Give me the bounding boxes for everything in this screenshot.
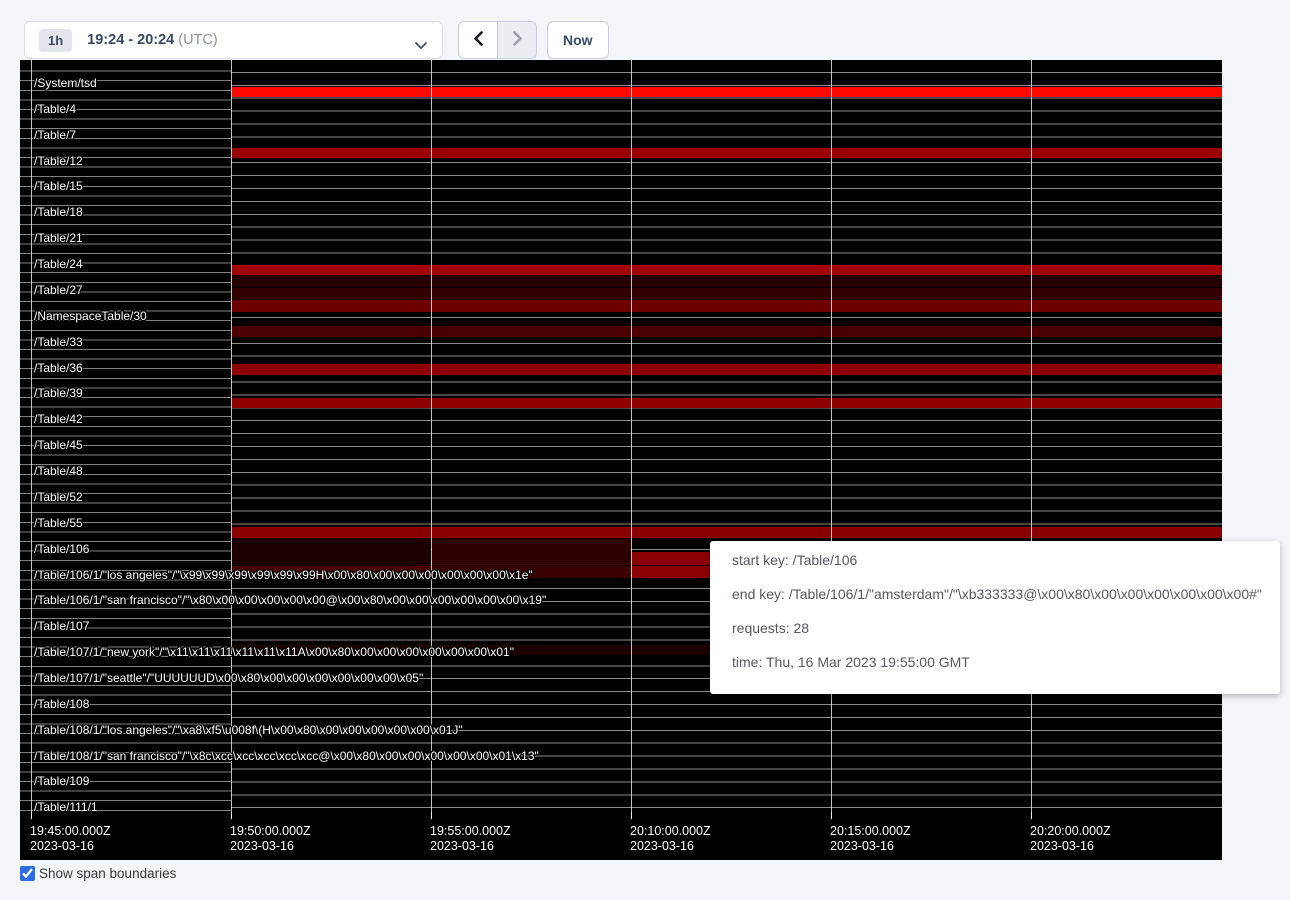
tooltip-line: start key: /Table/106 [732, 543, 1280, 577]
range-nav-group [458, 21, 537, 59]
time-gridline [31, 60, 32, 818]
tooltip-line: requests: 28 [732, 611, 1280, 645]
span-boundaries-label: Show span boundaries [39, 866, 176, 881]
tick-date: 2023-03-16 [430, 839, 511, 854]
span-boundaries-checkbox[interactable] [20, 866, 35, 881]
chevron-right-icon [512, 31, 523, 49]
tick-date: 2023-03-16 [1030, 839, 1111, 854]
tick-date: 2023-03-16 [230, 839, 311, 854]
tick-label: 20:20:00.000Z2023-03-16 [1030, 824, 1111, 854]
time-gridline [1031, 60, 1032, 818]
row-label: /Table/108 [34, 697, 89, 711]
row-label: /Table/55 [34, 516, 83, 530]
row-label: /Table/27 [34, 283, 83, 297]
tick-label: 19:45:00.000Z2023-03-16 [30, 824, 111, 854]
row-label: /Table/107 [34, 619, 89, 633]
heat-band[interactable] [232, 265, 1222, 275]
tick-mark [631, 812, 632, 819]
heat-band[interactable] [232, 300, 1222, 312]
tick-date: 2023-03-16 [830, 839, 911, 854]
key-visualizer-canvas[interactable]: /System/tsd/Table/4/Table/7/Table/12/Tab… [20, 60, 1222, 860]
tick-time: 19:55:00.000Z [430, 824, 511, 839]
row-label: /NamespaceTable/30 [34, 309, 147, 323]
row-label: /Table/24 [34, 257, 83, 271]
row-label: /Table/21 [34, 231, 83, 245]
row-label: /Table/107/1/"seattle"/"UUUUUUD\x00\x80\… [34, 671, 423, 685]
row-label: /Table/42 [34, 412, 83, 426]
row-label: /Table/106/1/"san francisco"/"\x80\x00\x… [34, 593, 546, 607]
prev-range-button[interactable] [459, 22, 498, 58]
chevron-left-icon [473, 31, 484, 49]
tick-time: 19:50:00.000Z [230, 824, 311, 839]
heat-band[interactable] [232, 288, 1222, 299]
row-label: /Table/48 [34, 464, 83, 478]
heat-band[interactable] [232, 398, 1222, 408]
row-label: /Table/108/1/"los angeles"/"\xa8\xf5\u00… [34, 723, 463, 737]
row-label: /Table/107/1/"new york"/"\x11\x11\x11\x1… [34, 645, 514, 659]
heat-band[interactable] [232, 552, 431, 565]
heat-band[interactable] [232, 87, 1222, 97]
tick-label: 19:50:00.000Z2023-03-16 [230, 824, 311, 854]
range-duration-badge: 1h [39, 29, 72, 52]
row-label: /Table/33 [34, 335, 83, 349]
heat-band[interactable] [232, 276, 1222, 287]
row-label: /Table/7 [34, 128, 76, 142]
row-label: /Table/39 [34, 386, 83, 400]
range-text: 19:24 - 20:24 [87, 32, 174, 48]
row-label: /Table/4 [34, 102, 76, 116]
range-timezone: (UTC) [178, 32, 217, 48]
tick-mark [831, 812, 832, 819]
tick-date: 2023-03-16 [30, 839, 111, 854]
heat-band[interactable] [232, 527, 1222, 538]
row-label: /Table/12 [34, 154, 83, 168]
row-label: /Table/45 [34, 438, 83, 452]
row-label: /Table/108/1/"san francisco"/"\x8c\xcc\x… [34, 749, 539, 763]
span-boundary-grid [231, 60, 1222, 818]
row-label: /Table/106/1/"los angeles"/"\x99\x99\x99… [34, 568, 533, 582]
heat-band[interactable] [232, 148, 1222, 158]
now-button[interactable]: Now [547, 21, 609, 59]
tick-time: 20:10:00.000Z [630, 824, 711, 839]
heat-band[interactable] [232, 364, 1222, 375]
tick-date: 2023-03-16 [630, 839, 711, 854]
time-gridline [831, 60, 832, 818]
footer: Show span boundaries [20, 866, 176, 881]
row-label: /Table/18 [34, 205, 83, 219]
tick-mark [431, 812, 432, 819]
tick-time: 20:15:00.000Z [830, 824, 911, 839]
row-label: /Table/111/1 [34, 800, 98, 814]
tick-label: 20:10:00.000Z2023-03-16 [630, 824, 711, 854]
tick-mark [31, 812, 32, 819]
tick-label: 19:55:00.000Z2023-03-16 [430, 824, 511, 854]
tick-mark [231, 812, 232, 819]
row-label: /System/tsd [34, 76, 97, 90]
next-range-button[interactable] [498, 22, 536, 58]
tooltip-line: time: Thu, 16 Mar 2023 19:55:00 GMT [732, 645, 1280, 679]
heat-band[interactable] [232, 326, 1222, 337]
row-label: /Table/36 [34, 361, 83, 375]
chevron-down-icon [415, 37, 427, 55]
time-gridline [431, 60, 432, 818]
row-label: /Table/15 [34, 179, 83, 193]
row-label: /Table/109 [34, 774, 89, 788]
time-range-picker[interactable]: 1h 19:24 - 20:24 (UTC) [24, 21, 443, 59]
tooltip-line: end key: /Table/106/1/"amsterdam"/"\xb33… [732, 577, 1280, 611]
heat-band[interactable] [432, 552, 631, 565]
tick-label: 20:15:00.000Z2023-03-16 [830, 824, 911, 854]
heat-band[interactable] [432, 539, 631, 552]
tick-time: 19:45:00.000Z [30, 824, 111, 839]
time-gridline [631, 60, 632, 818]
tick-time: 20:20:00.000Z [1030, 824, 1111, 839]
hover-tooltip: start key: /Table/106end key: /Table/106… [710, 541, 1280, 694]
row-label: /Table/52 [34, 490, 83, 504]
time-gridline [231, 60, 232, 818]
heat-band[interactable] [232, 539, 431, 552]
tick-mark [1031, 812, 1032, 819]
row-label: /Table/106 [34, 542, 89, 556]
